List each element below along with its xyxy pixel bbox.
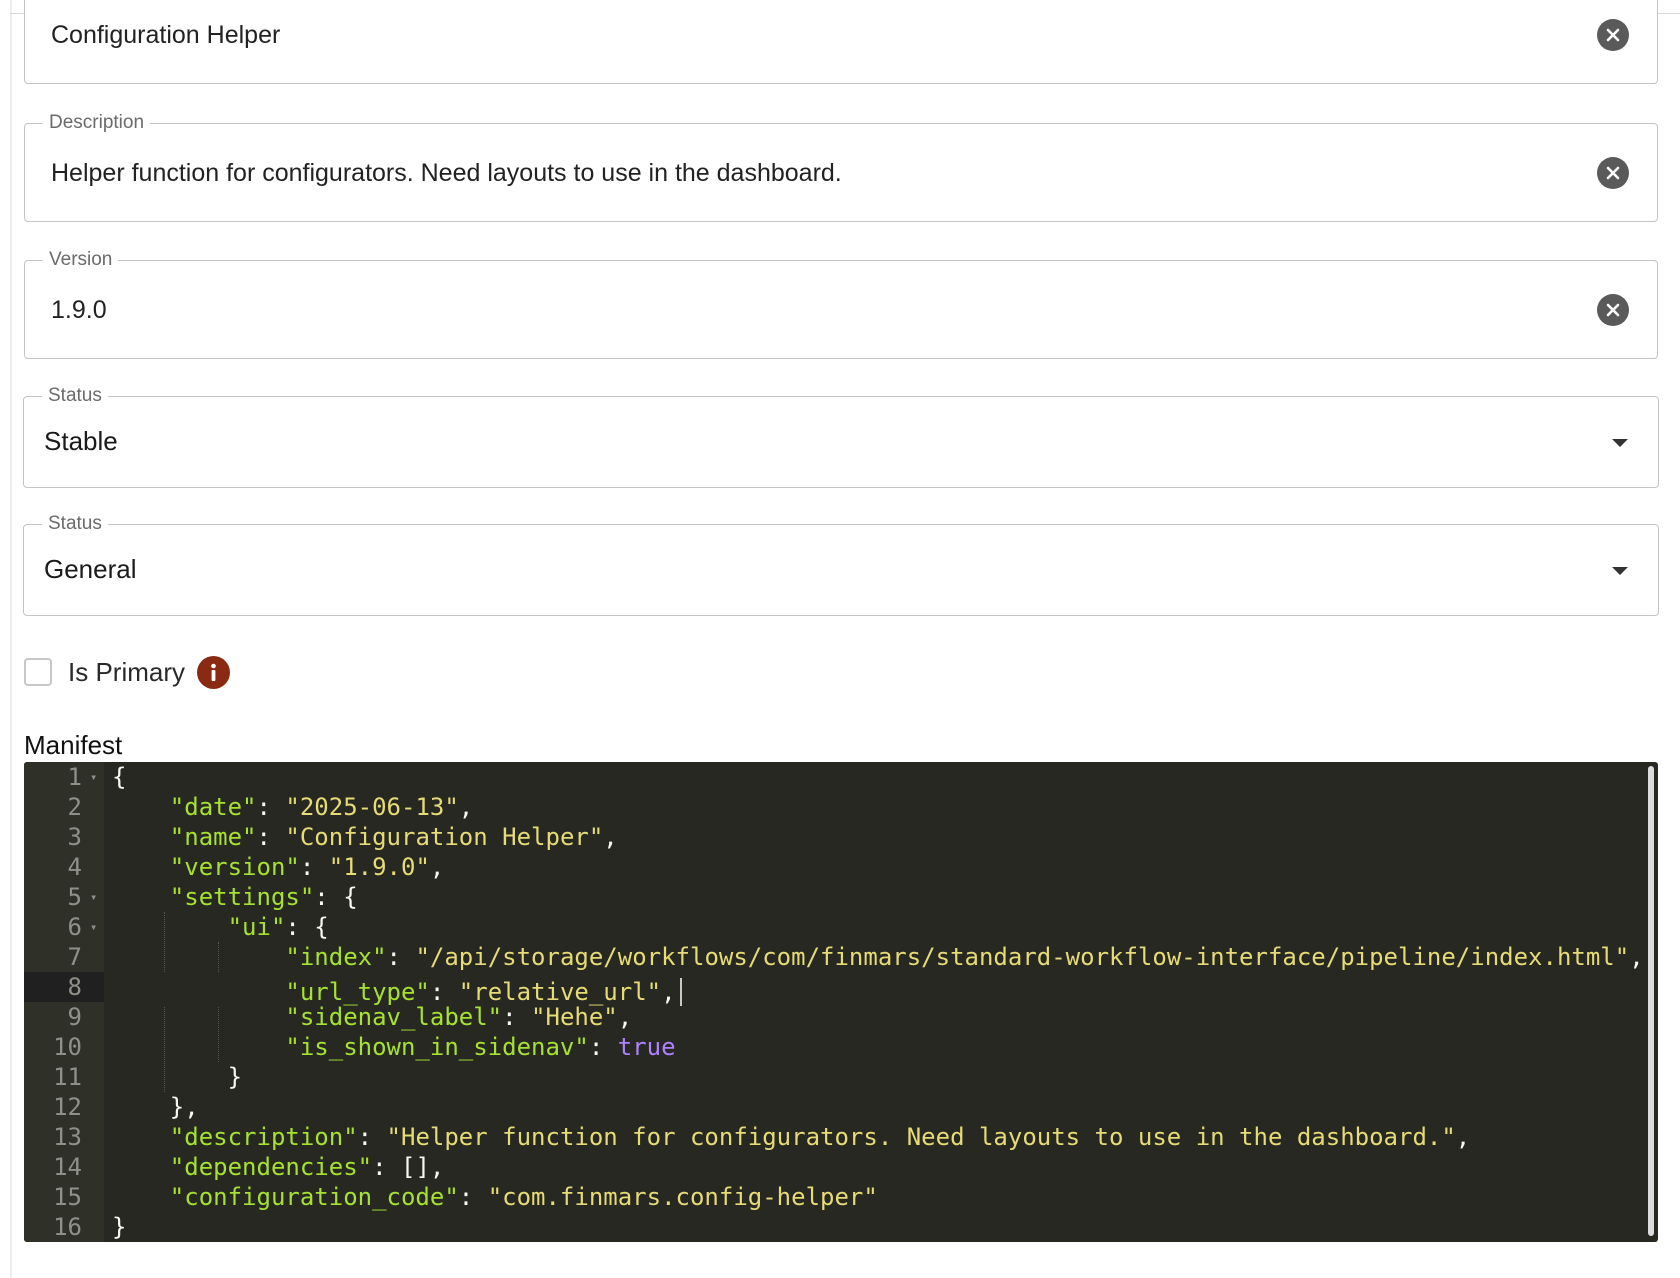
json-key: "version" xyxy=(169,853,300,881)
json-key: "name" xyxy=(169,823,257,851)
code-line: 6 ▾ "ui": { xyxy=(24,912,1634,942)
line-number: 10 xyxy=(53,1033,82,1061)
fold-arrow-icon[interactable]: ▾ xyxy=(90,762,100,792)
json-array: [] xyxy=(401,1153,430,1181)
line-number: 2 xyxy=(67,793,82,821)
code-line: 7 "index": "/api/storage/workflows/com/f… xyxy=(24,942,1644,972)
fold-arrow-icon[interactable]: ▾ xyxy=(90,882,100,912)
code-line: 14 "dependencies": [], xyxy=(24,1152,1634,1182)
code-line-active: 8 "url_type": "relative_url", xyxy=(24,972,1634,1007)
code-line: 5 ▾ "settings": { xyxy=(24,882,1634,912)
json-key: "configuration_code" xyxy=(169,1183,459,1211)
json-string: "2025-06-13" xyxy=(285,793,459,821)
line-number: 16 xyxy=(53,1213,82,1241)
line-number: 3 xyxy=(67,823,82,851)
manifest-code-editor[interactable]: 1 ▾ { 2 "date": "2025-06-13", 3 "name": … xyxy=(24,762,1658,1242)
status-select-secondary[interactable]: Status General xyxy=(23,513,1659,616)
close-icon xyxy=(1606,166,1620,180)
chevron-down-icon[interactable] xyxy=(1612,439,1628,447)
close-icon xyxy=(1606,303,1620,317)
manifest-label: Manifest xyxy=(24,730,123,760)
code-line: 4 "version": "1.9.0", xyxy=(24,852,1634,882)
json-key: "settings" xyxy=(169,883,315,911)
json-string: "Helper function for configurators. Need… xyxy=(386,1123,1456,1151)
status-selected-value: Stable xyxy=(44,426,118,456)
line-number: 14 xyxy=(53,1153,82,1181)
info-icon[interactable] xyxy=(197,655,230,689)
json-string: "/api/storage/workflows/com/finmars/stan… xyxy=(415,943,1630,971)
is-primary-label[interactable]: Is Primary xyxy=(68,657,185,688)
description-field[interactable]: Description Helper function for configur… xyxy=(24,112,1658,222)
status-label: Status xyxy=(42,513,108,535)
code-token: } xyxy=(112,1213,127,1241)
code-line: 11 } xyxy=(24,1062,1634,1092)
name-input[interactable]: Configuration Helper xyxy=(51,20,280,50)
json-key: "ui" xyxy=(227,913,286,941)
code-line: 9 "sidenav_label": "Hehe", xyxy=(24,1002,1634,1032)
name-field[interactable]: Configuration Helper xyxy=(24,0,1658,84)
status-select[interactable]: Status Stable xyxy=(23,385,1659,488)
line-number: 4 xyxy=(67,853,82,881)
version-label: Version xyxy=(43,249,119,271)
code-token: { xyxy=(112,763,127,791)
code-line: 2 "date": "2025-06-13", xyxy=(24,792,1634,822)
fold-arrow-icon[interactable]: ▾ xyxy=(90,912,100,942)
is-primary-row: Is Primary xyxy=(24,655,230,689)
clear-name-button[interactable] xyxy=(1597,19,1629,51)
description-input[interactable]: Helper function for configurators. Need … xyxy=(51,158,842,188)
status-selected-value: General xyxy=(44,554,137,584)
code-line: 13 "description": "Helper function for c… xyxy=(24,1122,1634,1152)
code-line: 3 "name": "Configuration Helper", xyxy=(24,822,1634,852)
code-line: 15 "configuration_code": "com.finmars.co… xyxy=(24,1182,1634,1212)
code-line: 10 "is_shown_in_sidenav": true xyxy=(24,1032,1634,1062)
version-input[interactable]: 1.9.0 xyxy=(51,295,107,325)
chevron-down-icon[interactable] xyxy=(1612,567,1628,575)
json-key: "is_shown_in_sidenav" xyxy=(285,1033,589,1061)
json-string: "Hehe" xyxy=(531,1003,618,1031)
line-number: 12 xyxy=(53,1093,82,1121)
json-boolean: true xyxy=(617,1033,676,1061)
json-key: "dependencies" xyxy=(169,1153,373,1181)
left-border xyxy=(10,0,12,1278)
json-string: "com.finmars.config-helper" xyxy=(487,1183,878,1211)
status-label: Status xyxy=(42,385,108,407)
clear-version-button[interactable] xyxy=(1597,294,1629,326)
code-line: 16 } xyxy=(24,1212,1634,1242)
line-number: 13 xyxy=(53,1123,82,1151)
line-number: 8 xyxy=(24,972,104,1002)
code-line: 1 ▾ { xyxy=(24,762,1634,792)
line-number: 15 xyxy=(53,1183,82,1211)
code-line: 12 }, xyxy=(24,1092,1634,1122)
json-string: "Configuration Helper" xyxy=(285,823,604,851)
json-key: "sidenav_label" xyxy=(285,1003,503,1031)
line-number: 9 xyxy=(67,1003,82,1031)
version-field[interactable]: Version 1.9.0 xyxy=(24,249,1658,359)
json-key: "index" xyxy=(285,943,387,971)
json-key: "date" xyxy=(169,793,257,821)
line-number: 7 xyxy=(67,943,82,971)
clear-description-button[interactable] xyxy=(1597,157,1629,189)
description-label: Description xyxy=(43,112,151,134)
json-string: "1.9.0" xyxy=(328,853,430,881)
json-key: "description" xyxy=(169,1123,358,1151)
editor-scrollbar[interactable] xyxy=(1648,766,1654,1236)
close-icon xyxy=(1606,28,1620,42)
line-number: 11 xyxy=(53,1063,82,1091)
is-primary-checkbox[interactable] xyxy=(24,658,52,686)
